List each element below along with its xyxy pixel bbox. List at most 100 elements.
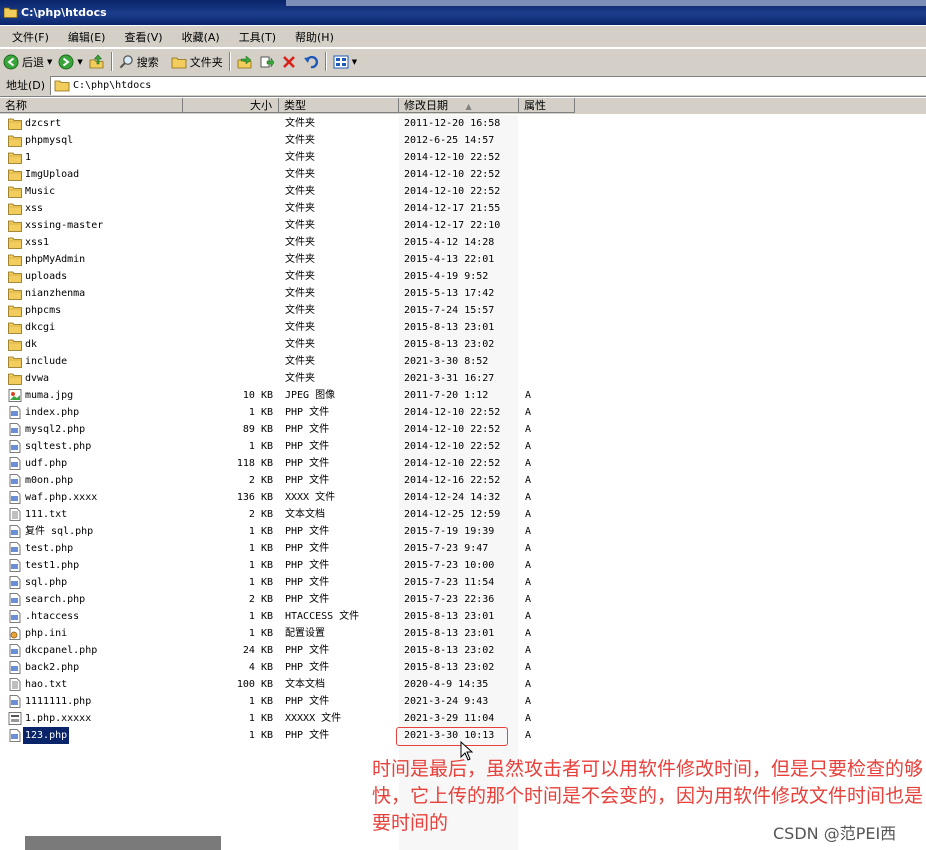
file-size: 2 KB bbox=[248, 475, 273, 486]
file-row[interactable]: test.php 1 KB PHP 文件 2015-7-23 9:47 A bbox=[0, 540, 926, 557]
undo-button[interactable] bbox=[300, 51, 322, 72]
file-row[interactable]: test1.php 1 KB PHP 文件 2015-7-23 10:00 A bbox=[0, 557, 926, 574]
file-modified: 2011-7-20 1:12 bbox=[404, 390, 489, 401]
folders-button[interactable]: 文件夹 bbox=[168, 51, 226, 72]
file-row[interactable]: waf.php.xxxx 136 KB XXXX 文件 2014-12-24 14:3… bbox=[0, 489, 926, 506]
php-file-icon bbox=[8, 474, 22, 487]
file-row[interactable]: xss 文件夹 2014-12-17 21:55 bbox=[0, 200, 926, 217]
file-row[interactable]: dvwa 文件夹 2021-3-31 16:27 bbox=[0, 370, 926, 387]
file-row[interactable]: 1 文件夹 2014-12-10 22:52 bbox=[0, 149, 926, 166]
file-row[interactable]: m0on.php 2 KB PHP 文件 2014-12-16 22:52 A bbox=[0, 472, 926, 489]
file-name: xss1 bbox=[25, 237, 50, 248]
file-type: 文件夹 bbox=[285, 169, 315, 180]
file-row[interactable]: dk 文件夹 2015-8-13 23:02 bbox=[0, 336, 926, 353]
toolbar-separator bbox=[324, 52, 327, 71]
back-button[interactable]: 后退 ▼ bbox=[0, 51, 55, 72]
file-row[interactable]: sqltest.php 1 KB PHP 文件 2014-12-10 22:52 A bbox=[0, 438, 926, 455]
menu-help[interactable]: 帮助(H) bbox=[287, 29, 342, 45]
file-row[interactable]: xssing-master 文件夹 2014-12-17 22:10 bbox=[0, 217, 926, 234]
up-folder-button[interactable] bbox=[86, 51, 108, 72]
file-row[interactable]: mysql2.php 89 KB PHP 文件 2014-12-10 22:52 A bbox=[0, 421, 926, 438]
address-input[interactable]: C:\php\htdocs bbox=[50, 75, 926, 95]
file-modified: 2015-8-13 23:02 bbox=[404, 339, 495, 350]
file-size: 1 KB bbox=[248, 441, 273, 452]
file-row[interactable]: index.php 1 KB PHP 文件 2014-12-10 22:52 A bbox=[0, 404, 926, 421]
file-name: waf.php.xxxx bbox=[25, 492, 98, 503]
horizontal-scrollbar[interactable] bbox=[25, 836, 221, 850]
copy-to-button[interactable] bbox=[256, 51, 278, 72]
file-row[interactable]: 1.php.xxxxx 1 KB XXXXX 文件 2021-3-29 11:04 A bbox=[0, 710, 926, 727]
file-modified: 2021-3-29 11:04 bbox=[404, 713, 495, 724]
menu-edit[interactable]: 编辑(E) bbox=[60, 29, 114, 45]
file-row[interactable]: Music 文件夹 2014-12-10 22:52 bbox=[0, 183, 926, 200]
file-size: 1 KB bbox=[248, 543, 273, 554]
menu-file[interactable]: 文件(F) bbox=[4, 29, 57, 45]
file-row[interactable]: phpMyAdmin 文件夹 2015-4-13 22:01 bbox=[0, 251, 926, 268]
file-type: PHP 文件 bbox=[285, 645, 330, 656]
file-row[interactable]: nianzhenma 文件夹 2015-5-13 17:42 bbox=[0, 285, 926, 302]
file-name: phpmysql bbox=[25, 135, 74, 146]
forward-button[interactable]: ▼ bbox=[55, 51, 85, 72]
search-button[interactable]: 搜索 bbox=[116, 51, 162, 72]
file-name: dvwa bbox=[25, 373, 50, 384]
file-name: hao.txt bbox=[25, 679, 68, 690]
file-type: 文件夹 bbox=[285, 322, 315, 333]
chevron-down-icon[interactable]: ▼ bbox=[47, 58, 52, 66]
file-row[interactable]: php.ini 1 KB 配置设置 2015-8-13 23:01 A bbox=[0, 625, 926, 642]
header-attributes[interactable]: 属性 bbox=[519, 98, 575, 113]
file-row[interactable]: back2.php 4 KB PHP 文件 2015-8-13 23:02 A bbox=[0, 659, 926, 676]
file-row[interactable]: dkcgi 文件夹 2015-8-13 23:01 bbox=[0, 319, 926, 336]
php-file-icon bbox=[8, 525, 22, 538]
move-to-button[interactable] bbox=[234, 51, 256, 72]
file-size: 1 KB bbox=[248, 407, 273, 418]
file-row[interactable]: dkcpanel.php 24 KB PHP 文件 2015-8-13 23:02 A bbox=[0, 642, 926, 659]
file-name: back2.php bbox=[25, 662, 80, 673]
file-attributes: A bbox=[525, 441, 532, 452]
file-modified: 2020-4-9 14:35 bbox=[404, 679, 489, 690]
file-row[interactable]: hao.txt 100 KB 文本文档 2020-4-9 14:35 A bbox=[0, 676, 926, 693]
file-name: mysql2.php bbox=[25, 424, 86, 435]
file-attributes: A bbox=[525, 526, 532, 537]
file-row[interactable]: udf.php 118 KB PHP 文件 2014-12-10 22:52 A bbox=[0, 455, 926, 472]
file-row[interactable]: phpcms 文件夹 2015-7-24 15:57 bbox=[0, 302, 926, 319]
menu-favorites[interactable]: 收藏(A) bbox=[174, 29, 228, 45]
file-row[interactable]: include 文件夹 2021-3-30 8:52 bbox=[0, 353, 926, 370]
file-type: PHP 文件 bbox=[285, 560, 330, 571]
folder-icon bbox=[8, 185, 22, 198]
search-label: 搜索 bbox=[136, 55, 159, 69]
file-row[interactable]: phpmysql 文件夹 2012-6-25 14:57 bbox=[0, 132, 926, 149]
file-size: 2 KB bbox=[248, 594, 273, 605]
file-name: ImgUpload bbox=[25, 169, 80, 180]
header-name[interactable]: 名称 bbox=[0, 98, 183, 113]
file-row[interactable]: uploads 文件夹 2015-4-19 9:52 bbox=[0, 268, 926, 285]
file-type: 文件夹 bbox=[285, 305, 315, 316]
file-row[interactable]: dzcsrt 文件夹 2011-12-20 16:58 bbox=[0, 115, 926, 132]
header-size[interactable]: 大小 bbox=[183, 98, 279, 113]
file-size: 136 KB bbox=[236, 492, 273, 503]
file-modified: 2021-3-31 16:27 bbox=[404, 373, 495, 384]
folder-icon bbox=[4, 7, 18, 18]
menu-tools[interactable]: 工具(T) bbox=[231, 29, 284, 45]
file-type: JPEG 图像 bbox=[285, 390, 336, 401]
delete-button[interactable] bbox=[278, 51, 300, 72]
chevron-down-icon[interactable]: ▼ bbox=[352, 58, 357, 66]
file-modified: 2014-12-17 21:55 bbox=[404, 203, 501, 214]
header-type[interactable]: 类型 bbox=[279, 98, 399, 113]
chevron-down-icon[interactable]: ▼ bbox=[77, 58, 82, 66]
file-row[interactable]: 111.txt 2 KB 文本文档 2014-12-25 12:59 A bbox=[0, 506, 926, 523]
file-attributes: A bbox=[525, 696, 532, 707]
file-row[interactable]: ImgUpload 文件夹 2014-12-10 22:52 bbox=[0, 166, 926, 183]
file-type: PHP 文件 bbox=[285, 543, 330, 554]
menu-view[interactable]: 查看(V) bbox=[116, 29, 170, 45]
file-row[interactable]: sql.php 1 KB PHP 文件 2015-7-23 11:54 A bbox=[0, 574, 926, 591]
file-row[interactable]: xss1 文件夹 2015-4-12 14:28 bbox=[0, 234, 926, 251]
file-row[interactable]: .htaccess 1 KB HTACCESS 文件 2015-8-13 23:01 A bbox=[0, 608, 926, 625]
file-row[interactable]: muma.jpg 10 KB JPEG 图像 2011-7-20 1:12 A bbox=[0, 387, 926, 404]
header-modified[interactable]: 修改日期 ▲ bbox=[399, 98, 519, 113]
file-row[interactable]: 1111111.php 1 KB PHP 文件 2021-3-24 9:43 A bbox=[0, 693, 926, 710]
file-modified: 2014-12-10 22:52 bbox=[404, 424, 501, 435]
file-name: udf.php bbox=[25, 458, 68, 469]
file-row[interactable]: 复件 sql.php 1 KB PHP 文件 2015-7-19 19:39 A bbox=[0, 523, 926, 540]
file-row[interactable]: search.php 2 KB PHP 文件 2015-7-23 22:36 A bbox=[0, 591, 926, 608]
views-button[interactable]: ▼ bbox=[330, 51, 360, 72]
